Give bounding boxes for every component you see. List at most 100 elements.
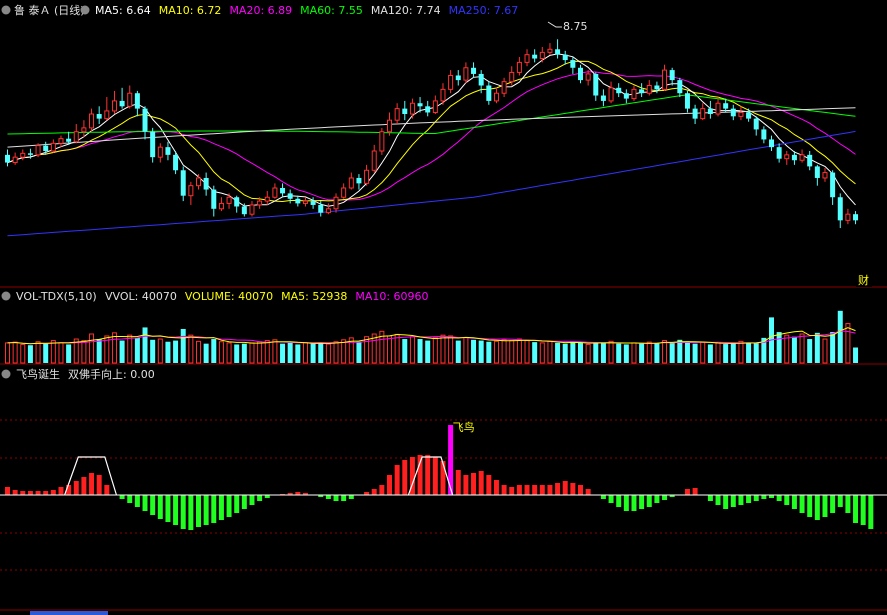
volume-bar-down [96,339,102,363]
volume-bar-up [631,342,637,364]
volume-bar-down [455,340,461,363]
ma5-line [7,53,856,207]
volume-bar-down [669,342,675,363]
price-header: 鲁 泰Ａ (日线) MA5: 6.64 MA10: 6.72 MA20: 6.89 M… [1,3,519,17]
indicator-bar-positive [532,485,538,495]
volume-bar-down [280,343,286,363]
volume-bar-up [264,340,270,364]
volume-bar-up [333,341,339,364]
volume-bar-down [791,336,797,363]
volume-bar-up [249,342,255,364]
indicator-bar-positive [379,485,385,495]
price-header-toggle-icon[interactable] [1,5,11,15]
volume-bar-up [302,342,308,364]
max-price-marker: 8.75 [547,20,588,33]
candle-body-up [539,51,545,60]
candle-body-up [547,48,553,53]
volume-bar-up [547,340,553,364]
indicator-bar-negative [188,495,194,530]
candle-body-down [807,154,813,167]
indicator-bar-negative [165,495,171,522]
indicator-bar-positive [570,483,576,495]
volume-bar-up [585,343,591,364]
candle-body-down [165,147,171,155]
candle-body-down [96,114,102,119]
volume-bar-up [509,340,515,364]
candle-body-up [249,204,255,215]
indicator-bar-positive [73,481,79,495]
volume-bar-up [35,341,41,364]
price-indicator-toggle-icon[interactable] [80,5,90,15]
candle-body-down [791,154,797,161]
indicator-bar-negative [203,495,209,525]
max-marker-pointer [547,21,562,28]
volume-bar-down [578,342,583,363]
candle-body-down [27,153,33,155]
candle-body-up [111,100,117,112]
stock-chart[interactable]: 鲁 泰Ａ (日线) MA5: 6.64 MA10: 6.72 MA20: 6.89 M… [0,0,887,615]
candle-body-up [631,88,637,100]
bottom-scroll-thumb[interactable] [30,611,108,615]
indicator-bar-positive [562,481,568,495]
candle-body-up [440,88,446,102]
volume-ma5-line [7,327,856,345]
vol-toggle-icon[interactable] [1,291,11,301]
volume-bar-up [799,333,805,364]
candle-body-down [593,73,599,96]
volume-bar-down [234,344,240,363]
indicator-bar-positive [27,491,33,495]
candle-body-down [134,93,140,109]
indicator-bar-negative [761,495,767,499]
indicator-bar-positive [463,475,469,495]
volume-bar-down [616,343,622,363]
vol-legend-item: MA5: 52938 [281,290,347,303]
indicator-bar-negative [226,495,232,517]
indicator-bar-negative [157,495,163,519]
candle-body-down [769,139,774,148]
indicator-bar-positive [578,485,583,495]
vol-legend-item: MA10: 60960 [355,290,428,303]
ind-toggle-icon[interactable] [1,369,11,379]
indicator-bar-negative [150,495,156,515]
volume-bar-down [356,341,362,363]
candle-body-up [218,202,224,210]
volume-bar-down [27,345,33,363]
candle-body-up [272,187,278,198]
indicator-bar-negative [325,495,331,499]
indicator-bar-positive [692,488,698,495]
candle-body-up [516,61,522,73]
cai-badge[interactable]: 财 [856,272,872,287]
price-title: 鲁 泰Ａ (日线) [14,3,85,17]
indicator-bar-positive [394,465,400,495]
candle-body-down [295,198,301,204]
volume-bar-down [776,332,782,363]
indicator-bar-negative [127,495,133,503]
candle-body-down [707,108,713,115]
candle-body-down [241,206,247,215]
volume-bar-up [81,340,87,364]
candle-body-down [211,189,217,209]
volume-bar-up [364,336,370,364]
volume-bar-up [12,341,18,364]
candle-body-up [50,142,56,152]
candle-body-down [142,108,148,132]
candle-body-down [639,89,645,94]
indicator-bar-positive [486,475,492,495]
bottom-scrollbar[interactable] [30,611,108,615]
volume-bar-down [723,344,729,363]
indicator-bar-negative [341,495,347,501]
indicator-bar-negative [196,495,201,527]
ind-title: 飞鸟诞生 [16,367,60,381]
candle-body-down [600,95,606,101]
volume-bar-up [524,340,530,364]
volume-bar-up [5,342,10,364]
candle-body-up [127,92,133,107]
price-legend-item: MA250: 7.67 [449,4,519,17]
vol-legend-item: VOLUME: 40070 [185,290,273,303]
candle-body-down [776,147,782,159]
volume-bar-up [226,342,232,364]
price-legend-item: MA120: 7.74 [371,4,441,17]
volume-bar-up [341,339,347,364]
candle-body-up [73,131,79,143]
indicator-bar-negative [845,495,851,513]
